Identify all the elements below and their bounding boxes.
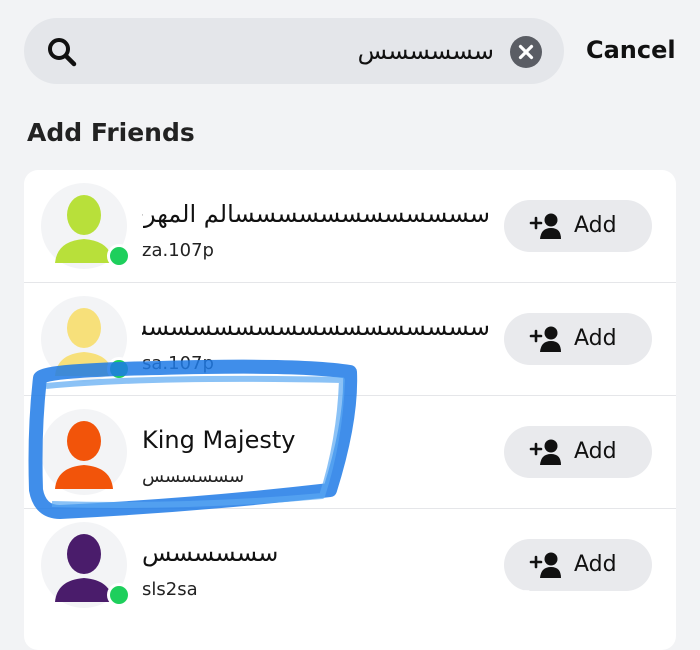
add-friend-button[interactable]: Add	[504, 539, 652, 591]
online-status-dot	[107, 583, 131, 607]
friend-row[interactable]: سسسسسسسسسسسسالم المهري za.107p Add	[24, 170, 676, 283]
add-user-icon	[529, 326, 561, 352]
add-user-icon	[529, 213, 561, 239]
friend-name: سسسسسس	[142, 539, 279, 567]
add-friend-button[interactable]: Add	[504, 426, 652, 478]
friend-row[interactable]: King Majesty سسسسسس Add	[24, 396, 676, 509]
friend-username: سسسسسس	[142, 466, 245, 487]
friend-name: سسسسسسسسسسسسسسسسسسسسس...	[142, 313, 490, 341]
online-status-dot	[107, 244, 131, 268]
friend-row[interactable]: سسسسسسسسسسسسسسسسسسسسس... sa.107p Add	[24, 283, 676, 396]
add-user-icon	[529, 439, 561, 465]
friend-name: سسسسسسسسسسسسالم المهري	[142, 200, 490, 228]
friend-name: King Majesty	[142, 426, 296, 454]
friend-row[interactable]: سسسسسس sls2sa Add	[24, 509, 676, 622]
add-button-label: Add	[574, 213, 617, 238]
clear-search-icon[interactable]	[510, 36, 542, 68]
watermark: حراج	[500, 586, 573, 621]
add-user-icon	[529, 552, 561, 578]
add-button-label: Add	[574, 326, 617, 351]
section-title: Add Friends	[27, 118, 195, 147]
friend-username: sls2sa	[142, 579, 198, 600]
add-button-label: Add	[574, 552, 617, 577]
search-bar[interactable]: سسسسسس	[24, 18, 564, 84]
add-button-label: Add	[574, 439, 617, 464]
avatar	[41, 409, 127, 495]
search-icon	[48, 38, 77, 67]
add-friend-button[interactable]: Add	[504, 313, 652, 365]
cancel-button[interactable]: Cancel	[586, 28, 676, 72]
friend-username: sa.107p	[142, 353, 214, 374]
friend-username: za.107p	[142, 240, 214, 261]
search-input[interactable]: سسسسسس	[358, 18, 494, 84]
online-status-dot	[107, 357, 131, 381]
add-friend-button[interactable]: Add	[504, 200, 652, 252]
friend-list: سسسسسسسسسسسسالم المهري za.107p Add سسسسس…	[24, 170, 676, 650]
